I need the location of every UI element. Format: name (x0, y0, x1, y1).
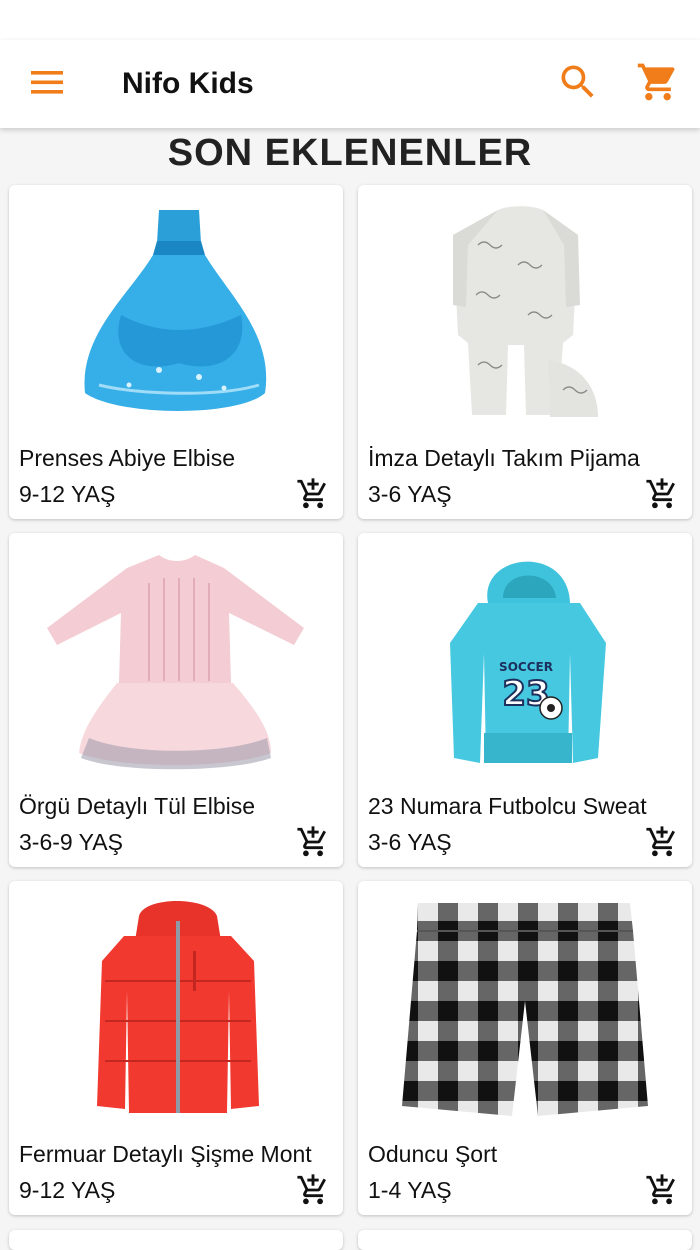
product-image-grey-onesie (358, 185, 692, 435)
product-age: 3-6 YAŞ (368, 829, 452, 855)
hoodie-print-text: SOCCER (499, 660, 553, 674)
product-card-partial[interactable] (9, 1230, 343, 1250)
product-name: Oduncu Şort (368, 1141, 498, 1167)
cart-button[interactable] (636, 60, 680, 104)
product-card[interactable]: SOCCER 23 23 Numara Futbolcu Sweat 3-6 Y… (358, 533, 692, 867)
product-name: Prenses Abiye Elbise (19, 445, 236, 471)
add-to-cart-icon[interactable] (644, 1173, 680, 1207)
add-to-cart-icon[interactable] (295, 1173, 331, 1207)
product-name: 23 Numara Futbolcu Sweat (368, 793, 647, 819)
search-button[interactable] (556, 60, 600, 104)
status-bar (0, 0, 700, 40)
product-image-pink-dress (9, 533, 343, 783)
product-card[interactable]: Fermuar Detaylı Şişme Mont 9-12 YAŞ (9, 881, 343, 1215)
section-title: SON EKLENENLER (167, 132, 533, 174)
product-card[interactable]: İmza Detaylı Takım Pijama 3-6 YAŞ (358, 185, 692, 519)
product-age: 3-6 YAŞ (368, 481, 452, 507)
menu-button[interactable] (30, 68, 64, 100)
product-card-partial[interactable] (358, 1230, 692, 1250)
product-age: 9-12 YAŞ (19, 1177, 116, 1203)
add-to-cart-icon[interactable] (295, 825, 331, 859)
add-to-cart-icon[interactable] (295, 477, 331, 511)
product-card[interactable]: Prenses Abiye Elbise 9-12 YAŞ (9, 185, 343, 519)
product-age: 1-4 YAŞ (368, 1177, 452, 1203)
product-card[interactable]: Örgü Detaylı Tül Elbise 3-6-9 YAŞ (9, 533, 343, 867)
product-name: İmza Detaylı Takım Pijama (368, 445, 640, 471)
app-title: Nifo Kids (122, 67, 254, 100)
product-image-blue-gown (9, 185, 343, 435)
product-grid: Prenses Abiye Elbise 9-12 YAŞ İmza Detay… (9, 185, 692, 1215)
product-image-plaid-shorts (358, 881, 692, 1131)
shopping-cart-icon (637, 63, 675, 101)
add-to-cart-icon[interactable] (644, 477, 680, 511)
next-row-partial (9, 1230, 692, 1250)
product-image-soccer-hoodie: SOCCER 23 (358, 533, 692, 783)
add-to-cart-icon[interactable] (644, 825, 680, 859)
app-bar: Nifo Kids (0, 40, 700, 128)
product-name: Örgü Detaylı Tül Elbise (19, 793, 256, 819)
product-age: 9-12 YAŞ (19, 481, 116, 507)
hamburger-menu-icon (31, 71, 63, 94)
product-card[interactable]: Oduncu Şort 1-4 YAŞ (358, 881, 692, 1215)
product-age: 3-6-9 YAŞ (19, 829, 123, 855)
search-icon (561, 65, 594, 98)
product-name: Fermuar Detaylı Şişme Mont (19, 1141, 312, 1167)
product-image-red-jacket (9, 881, 343, 1131)
